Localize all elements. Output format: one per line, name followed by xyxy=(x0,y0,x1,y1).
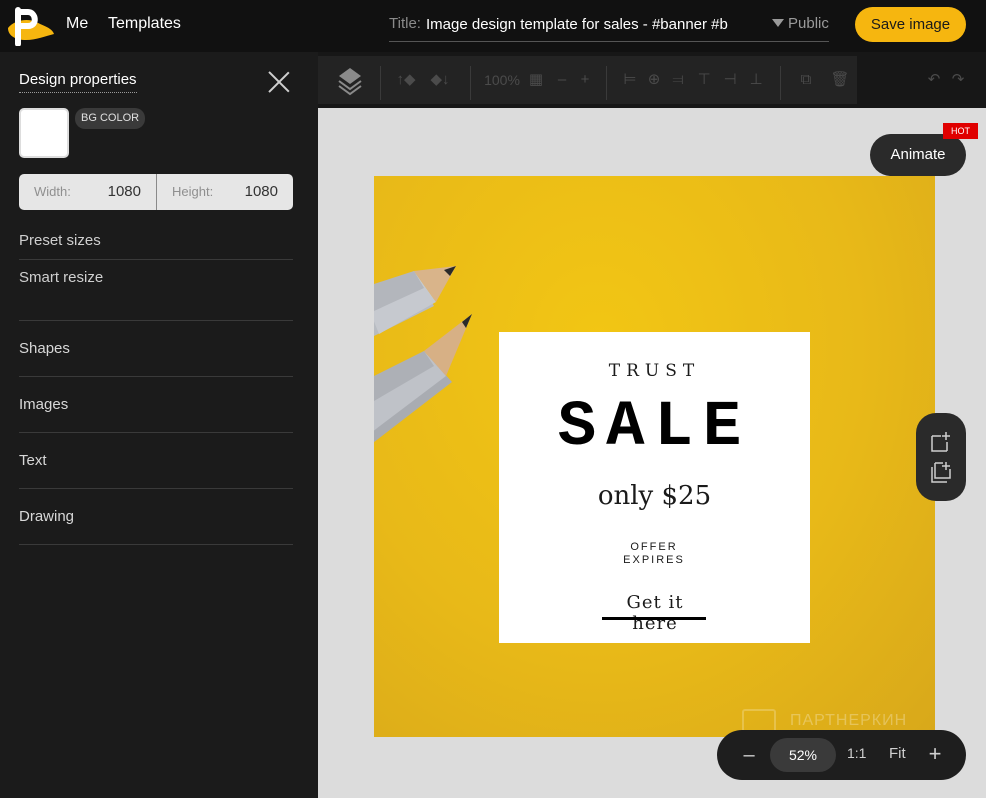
dimension-divider xyxy=(156,174,157,210)
divider xyxy=(19,376,293,377)
app-logo[interactable] xyxy=(6,6,56,46)
panel-title: Design properties xyxy=(19,71,137,93)
align-bottom-icon[interactable]: ⊥ xyxy=(744,68,768,92)
toolbar-group: ↑◆ ◆↓ 100% ▦ – + ⊨ ⊕ ⫤ ⊤ ⊣ ⊥ ⧉ 🗑 xyxy=(318,56,857,104)
zoom-out-icon[interactable]: – xyxy=(739,743,759,767)
zoom-value[interactable]: 52% xyxy=(770,738,836,772)
divider xyxy=(19,544,293,545)
save-image-button[interactable]: Save image xyxy=(855,7,966,42)
cta-underline[interactable] xyxy=(602,617,706,620)
align-left-icon[interactable]: ⊨ xyxy=(618,68,642,92)
zoom-percent[interactable]: 100% xyxy=(482,68,522,92)
toolbar-separator xyxy=(780,66,781,100)
nav-me[interactable]: Me xyxy=(66,15,88,33)
width-input[interactable]: 1080 xyxy=(101,183,141,200)
divider xyxy=(19,320,293,321)
preset-sizes-link[interactable]: Preset sizes xyxy=(19,232,293,249)
caret-down-icon xyxy=(772,19,784,27)
bring-forward-icon[interactable]: ↑◆ xyxy=(394,68,418,92)
editor-toolbar: ↑◆ ◆↓ 100% ▦ – + ⊨ ⊕ ⫤ ⊤ ⊣ ⊥ ⧉ 🗑 ↶ ↷ xyxy=(318,52,986,108)
height-input[interactable]: 1080 xyxy=(238,183,278,200)
section-text[interactable]: Text xyxy=(19,452,293,469)
delete-icon[interactable]: 🗑 xyxy=(828,68,852,92)
hot-badge: HOT xyxy=(943,123,978,139)
zoom-actual-size[interactable]: 1:1 xyxy=(847,745,866,761)
add-page-icon[interactable] xyxy=(929,430,953,454)
card-cta-text[interactable]: Get it here xyxy=(601,592,709,634)
card-offer-text[interactable]: OFFER EXPIRES xyxy=(619,541,689,567)
height-label: Height: xyxy=(172,184,214,199)
plus-icon[interactable]: + xyxy=(573,68,597,92)
toolbar-separator xyxy=(606,66,607,100)
transparency-icon[interactable]: ▦ xyxy=(524,68,548,92)
align-center-icon[interactable]: ⊕ xyxy=(642,68,666,92)
align-middle-icon[interactable]: ⊣ xyxy=(718,68,742,92)
zoom-in-icon[interactable]: + xyxy=(925,742,945,766)
card-trust-text[interactable]: TRUST xyxy=(499,361,810,381)
minus-icon[interactable]: – xyxy=(550,68,574,92)
close-icon[interactable] xyxy=(268,71,290,93)
design-properties-panel: Design properties BG COLOR Width: 1080 H… xyxy=(0,52,318,798)
dimensions-fields: Width: 1080 Height: 1080 xyxy=(19,174,293,210)
toolbar-separator xyxy=(470,66,471,100)
title-label: Title: xyxy=(389,15,421,32)
title-input[interactable] xyxy=(426,13,746,35)
nav-templates[interactable]: Templates xyxy=(108,15,181,33)
align-top-icon[interactable]: ⊤ xyxy=(692,68,716,92)
visibility-value: Public xyxy=(788,15,829,32)
align-right-icon[interactable]: ⫤ xyxy=(666,68,690,92)
send-backward-icon[interactable]: ◆↓ xyxy=(428,68,452,92)
bg-color-label[interactable]: BG COLOR xyxy=(75,108,146,129)
page-actions-panel xyxy=(916,413,966,501)
sale-card[interactable]: TRUST SALE only $25 OFFER EXPIRES Get it… xyxy=(499,332,810,643)
undo-icon[interactable]: ↶ xyxy=(922,68,946,92)
bg-color-swatch[interactable] xyxy=(19,108,69,158)
offer-line-2: EXPIRES xyxy=(623,554,685,566)
divider xyxy=(19,432,293,433)
zoom-fit[interactable]: Fit xyxy=(889,745,906,762)
toolbar-separator xyxy=(380,66,381,100)
duplicate-icon[interactable]: ⧉ xyxy=(794,68,818,92)
section-images[interactable]: Images xyxy=(19,396,293,413)
duplicate-page-icon[interactable] xyxy=(929,460,953,484)
animate-button[interactable]: Animate xyxy=(870,134,966,176)
visibility-dropdown[interactable]: Public xyxy=(772,15,829,32)
section-drawing[interactable]: Drawing xyxy=(19,508,293,525)
smart-resize-link[interactable]: Smart resize xyxy=(19,269,293,286)
layers-icon[interactable] xyxy=(337,66,363,96)
title-field: Title: xyxy=(389,12,829,42)
card-price-text[interactable]: only $25 xyxy=(499,481,810,511)
card-sale-text[interactable]: SALE xyxy=(499,392,810,464)
offer-line-1: OFFER xyxy=(630,541,678,553)
width-label: Width: xyxy=(34,184,71,199)
divider xyxy=(19,259,293,260)
redo-icon[interactable]: ↷ xyxy=(946,68,970,92)
divider xyxy=(19,488,293,489)
section-shapes[interactable]: Shapes xyxy=(19,340,293,357)
watermark-text: ПАРТНЕРКИН xyxy=(790,712,908,729)
zoom-controls: – 52% 1:1 Fit + xyxy=(717,730,966,780)
top-bar: Me Templates Title: Public Save image xyxy=(0,0,986,52)
